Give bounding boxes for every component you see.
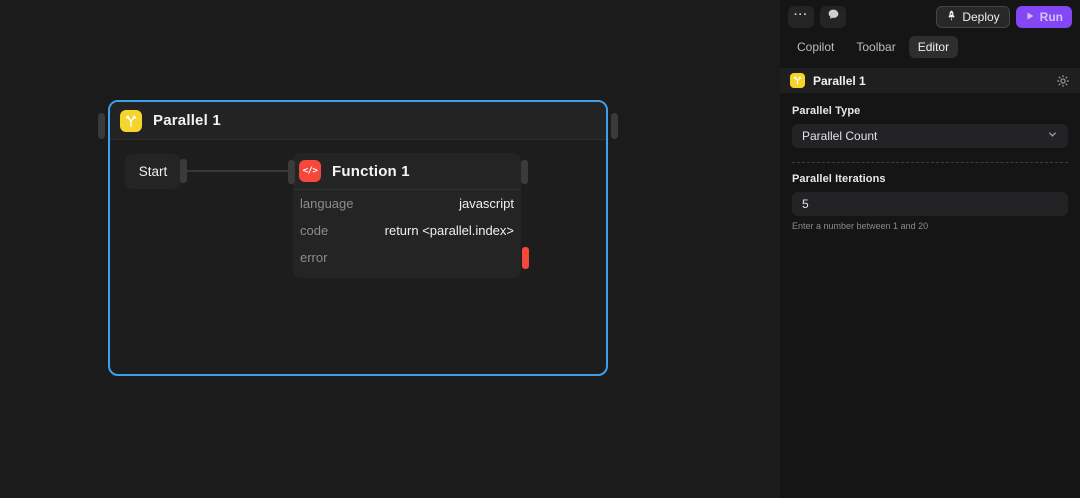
node-settings-button[interactable] xyxy=(1056,74,1070,88)
function-row-code[interactable]: code return <parallel.index> xyxy=(293,217,521,244)
start-node-label: Start xyxy=(139,164,168,179)
code-icon: </> xyxy=(299,160,321,182)
start-node[interactable]: Start xyxy=(125,154,181,189)
parallel-type-value: Parallel Count xyxy=(802,129,877,143)
parallel-branch-icon xyxy=(790,73,805,88)
function-output-handle[interactable] xyxy=(521,160,528,184)
deploy-button-label: Deploy xyxy=(962,10,999,24)
chat-button[interactable] xyxy=(820,6,846,28)
row-value: javascript xyxy=(459,196,514,211)
function-node-title: Function 1 xyxy=(332,163,410,180)
section-divider xyxy=(792,162,1068,163)
editor-panel: ··· Deploy xyxy=(780,0,1080,498)
function-node[interactable]: </> Function 1 language javascript code … xyxy=(293,153,521,278)
chevron-down-icon xyxy=(1047,127,1058,145)
deploy-button[interactable]: Deploy xyxy=(936,6,1009,28)
run-button-label: Run xyxy=(1040,10,1063,24)
app-root: Parallel 1 Start </> Function 1 language xyxy=(0,0,1080,498)
tab-toolbar[interactable]: Toolbar xyxy=(847,36,904,58)
tab-editor[interactable]: Editor xyxy=(909,36,958,58)
rocket-icon xyxy=(946,10,957,24)
error-output-handle[interactable] xyxy=(522,247,529,269)
panel-tabs: Copilot Toolbar Editor xyxy=(780,28,1080,58)
more-options-button[interactable]: ··· xyxy=(788,6,814,28)
function-row-error[interactable]: error xyxy=(293,244,521,271)
row-value: return <parallel.index> xyxy=(385,223,514,238)
row-label: language xyxy=(300,196,354,211)
parallel-type-label: Parallel Type xyxy=(792,105,1068,117)
group-output-handle[interactable] xyxy=(611,113,618,139)
parallel-group-node[interactable]: Parallel 1 Start </> Function 1 language xyxy=(108,100,608,376)
parallel-branch-icon xyxy=(120,110,142,132)
parallel-group-header[interactable]: Parallel 1 xyxy=(110,102,606,140)
parallel-iterations-hint: Enter a number between 1 and 20 xyxy=(792,221,1068,231)
run-button[interactable]: Run xyxy=(1016,6,1072,28)
start-output-handle[interactable] xyxy=(180,159,187,183)
panel-content: Parallel Type Parallel Count Parallel It… xyxy=(780,93,1080,231)
selected-node-title: Parallel 1 xyxy=(813,74,866,88)
group-input-handle[interactable] xyxy=(98,113,105,139)
function-input-handle[interactable] xyxy=(288,160,295,184)
function-row-language[interactable]: language javascript xyxy=(293,190,521,217)
parallel-group-title: Parallel 1 xyxy=(153,112,221,129)
play-icon xyxy=(1025,10,1035,24)
edge-start-to-function xyxy=(183,170,296,172)
workflow-canvas[interactable]: Parallel 1 Start </> Function 1 language xyxy=(0,0,780,498)
selected-node-header[interactable]: Parallel 1 xyxy=(780,68,1080,93)
panel-toolbar: ··· Deploy xyxy=(780,0,1080,28)
parallel-iterations-input[interactable] xyxy=(792,192,1068,216)
parallel-type-select[interactable]: Parallel Count xyxy=(792,124,1068,148)
row-label: error xyxy=(300,250,327,265)
row-label: code xyxy=(300,223,328,238)
chat-icon xyxy=(827,8,840,26)
parallel-iterations-label: Parallel Iterations xyxy=(792,173,1068,185)
function-node-header[interactable]: </> Function 1 xyxy=(293,153,521,190)
tab-copilot[interactable]: Copilot xyxy=(788,36,843,58)
